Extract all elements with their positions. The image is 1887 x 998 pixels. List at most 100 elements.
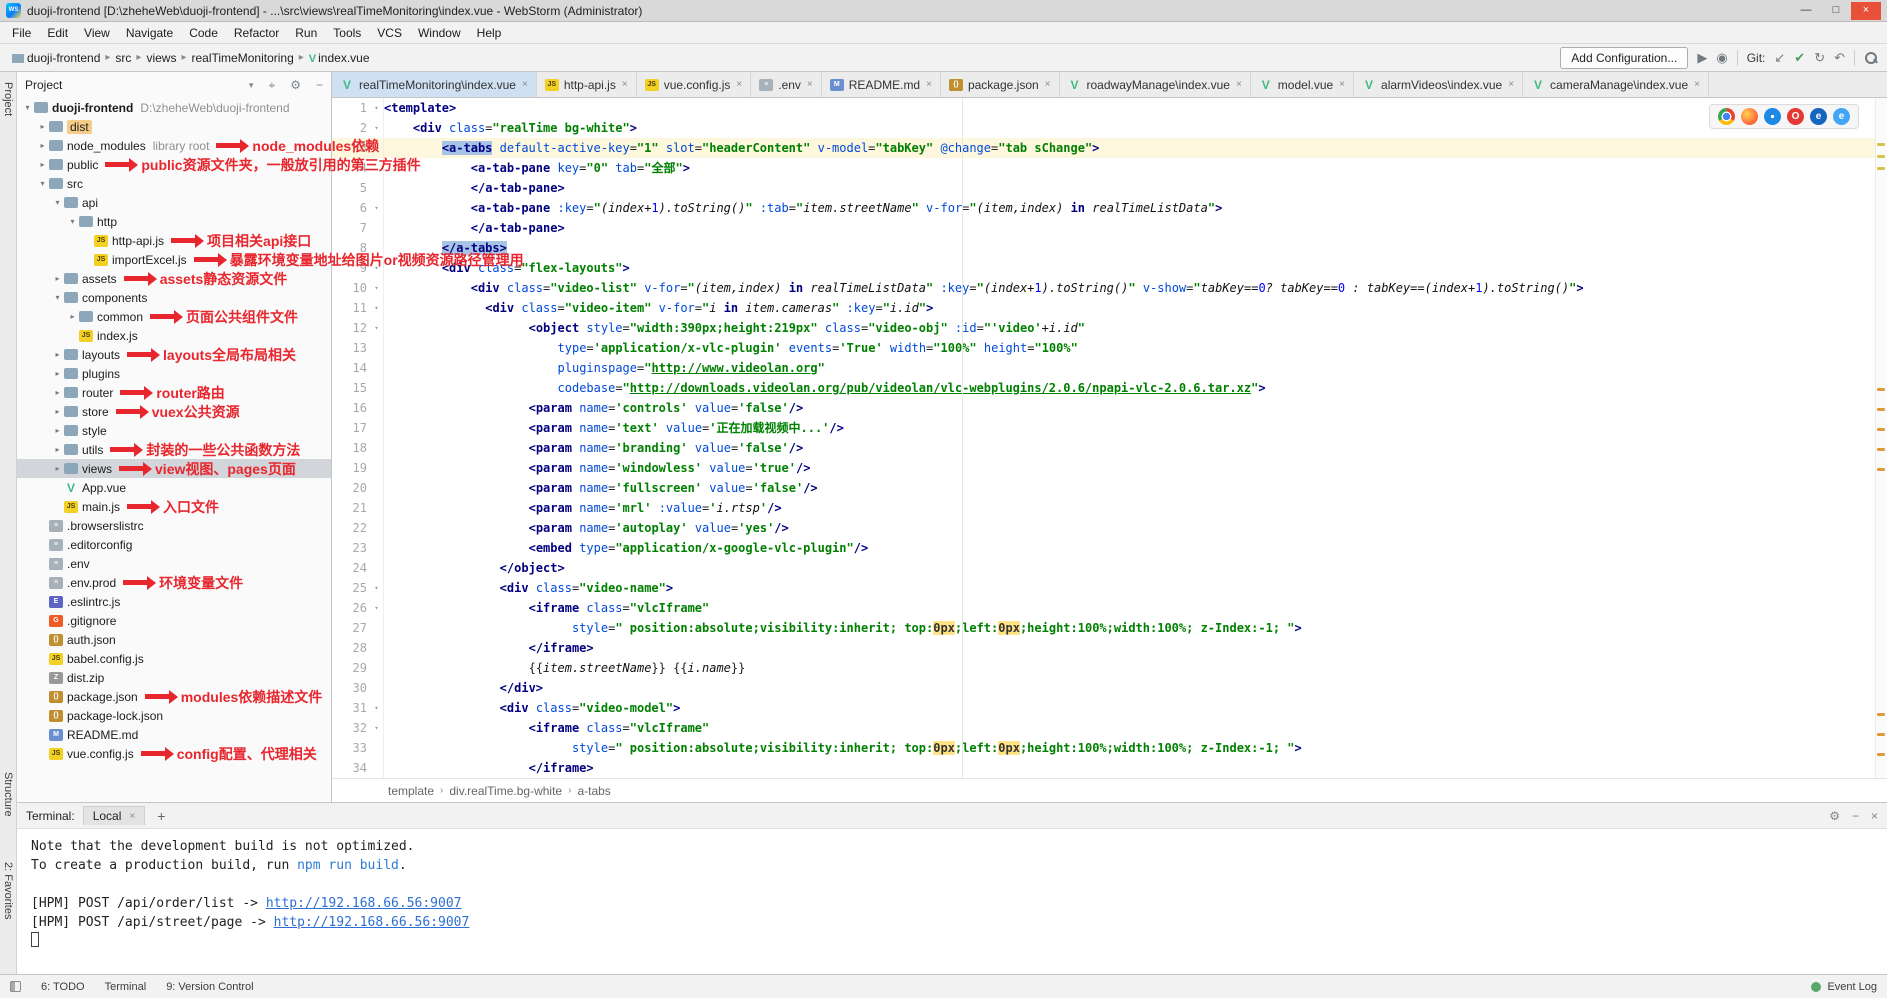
tree-item[interactable]: ▸node_moduleslibrary rootnode_modules依赖 (17, 136, 331, 155)
menu-edit[interactable]: Edit (39, 24, 76, 42)
error-stripe-mark[interactable] (1877, 428, 1885, 431)
tree-item[interactable]: ≡.env.prod环境变量文件 (17, 573, 331, 592)
menu-help[interactable]: Help (469, 24, 510, 42)
tree-item[interactable]: ▾http (17, 212, 331, 231)
new-terminal-session-icon[interactable]: + (153, 808, 169, 824)
line-number[interactable]: 10 (332, 278, 370, 298)
tree-item[interactable]: ▸dist (17, 117, 331, 136)
menu-tools[interactable]: Tools (325, 24, 369, 42)
line-number[interactable]: 22 (332, 518, 370, 538)
line-number[interactable]: 16 (332, 398, 370, 418)
tab-close-icon[interactable]: × (1236, 79, 1242, 90)
close-button[interactable]: × (1851, 2, 1881, 20)
tab-close-icon[interactable]: × (1045, 79, 1051, 90)
fold-icon[interactable]: ▾ (370, 298, 384, 318)
tree-item[interactable]: ▸common页面公共组件文件 (17, 307, 331, 326)
line-number[interactable]: 27 (332, 618, 370, 638)
code-line[interactable]: 28 </iframe> (332, 638, 1887, 658)
code-line[interactable]: 2▾<div class="realTime bg-white"> (332, 118, 1887, 138)
editor-breadcrumb-item[interactable]: a-tabs (577, 784, 610, 798)
code-line[interactable]: 15 codebase="http://downloads.videolan.o… (332, 378, 1887, 398)
code-line[interactable]: 19 <param name='windowless' value='true'… (332, 458, 1887, 478)
tree-chevron-icon[interactable]: ▸ (51, 369, 64, 378)
terminal-minimize-icon[interactable]: − (1852, 809, 1859, 823)
error-stripe-mark[interactable] (1877, 713, 1885, 716)
tree-chevron-icon[interactable]: ▾ (51, 293, 64, 302)
git-update-icon[interactable]: ↙ (1774, 50, 1785, 66)
line-number[interactable]: 34 (332, 758, 370, 778)
breadcrumb-item-duoji-frontend[interactable]: duoji-frontend (10, 50, 102, 66)
safari-icon[interactable] (1764, 108, 1781, 125)
error-stripe-mark[interactable] (1877, 143, 1885, 146)
code-line[interactable]: 25▾<div class="video-name"> (332, 578, 1887, 598)
code-line[interactable]: 9▾<div class="flex-layouts"> (332, 258, 1887, 278)
tree-chevron-icon[interactable]: ▾ (66, 217, 79, 226)
editor-tab[interactable]: MREADME.md× (822, 72, 941, 97)
tree-chevron-icon[interactable]: ▸ (51, 388, 64, 397)
terminal-close-icon[interactable]: × (1871, 809, 1878, 823)
editor-breadcrumb-item[interactable]: div.realTime.bg-white (449, 784, 562, 798)
breadcrumb-item-views[interactable]: views (144, 50, 178, 66)
tree-chevron-icon[interactable]: ▸ (36, 160, 49, 169)
code-line[interactable]: 12▾<object style="width:390px;height:219… (332, 318, 1887, 338)
error-stripe-mark[interactable] (1877, 167, 1885, 170)
git-history-icon[interactable]: ↻ (1814, 50, 1825, 66)
maximize-button[interactable]: □ (1821, 2, 1851, 20)
error-stripe-mark[interactable] (1877, 733, 1885, 736)
git-commit-icon[interactable]: ✔ (1794, 50, 1805, 66)
tool-window-favorites-button[interactable]: 2: Favorites (2, 862, 14, 919)
code-line[interactable]: 24 </object> (332, 558, 1887, 578)
fold-icon[interactable]: ▾ (370, 598, 384, 618)
tree-item[interactable]: JSmain.js入口文件 (17, 497, 331, 516)
tree-item[interactable]: ▸storevuex公共资源 (17, 402, 331, 421)
code-line[interactable]: 20 <param name='fullscreen' value='false… (332, 478, 1887, 498)
editor-tab[interactable]: Vmodel.vue× (1251, 72, 1354, 97)
code-line[interactable]: 34 </iframe> (332, 758, 1887, 778)
line-number[interactable]: 24 (332, 558, 370, 578)
tree-item[interactable]: ≡.editorconfig (17, 535, 331, 554)
run-icon[interactable]: ▶ (1697, 50, 1707, 66)
code-line[interactable]: 5 </a-tab-pane> (332, 178, 1887, 198)
line-number[interactable]: 30 (332, 678, 370, 698)
code-line[interactable]: 10▾<div class="video-list" v-for="(item,… (332, 278, 1887, 298)
code-editor[interactable]: 1▾<template>2▾<div class="realTime bg-wh… (332, 98, 1887, 778)
editor-breadcrumb-item[interactable]: template (388, 784, 434, 798)
code-line[interactable]: 30 </div> (332, 678, 1887, 698)
code-line[interactable]: 21 <param name='mrl' :value='i.rtsp'/> (332, 498, 1887, 518)
fold-icon[interactable]: ▾ (370, 318, 384, 338)
git-revert-icon[interactable]: ↶ (1834, 50, 1845, 66)
code-line[interactable]: 7 </a-tab-pane> (332, 218, 1887, 238)
statusbar-item--todo[interactable]: 6: TODO (41, 981, 85, 993)
tree-item[interactable]: G.gitignore (17, 611, 331, 630)
line-number[interactable]: 14 (332, 358, 370, 378)
line-number[interactable]: 33 (332, 738, 370, 758)
tree-chevron-icon[interactable]: ▸ (51, 426, 64, 435)
tree-item[interactable]: ▸viewsview视图、pages页面 (17, 459, 331, 478)
breadcrumb-item-realTimeMonitoring[interactable]: realTimeMonitoring (190, 50, 296, 66)
terminal-tab-close-icon[interactable]: × (129, 811, 135, 822)
tree-item[interactable]: JShttp-api.js项目相关api接口 (17, 231, 331, 250)
error-stripe-mark[interactable] (1877, 408, 1885, 411)
statusbar-item-terminal[interactable]: Terminal (105, 981, 147, 993)
gear-icon[interactable]: ⚙ (290, 78, 301, 92)
tree-item[interactable]: JSvue.config.jsconfig配置、代理相关 (17, 744, 331, 763)
line-number[interactable]: 26 (332, 598, 370, 618)
code-line[interactable]: 13 type='application/x-vlc-plugin' event… (332, 338, 1887, 358)
tab-close-icon[interactable]: × (1508, 79, 1514, 90)
line-number[interactable]: 12 (332, 318, 370, 338)
code-line[interactable]: 31▾<div class="video-model"> (332, 698, 1887, 718)
tree-item[interactable]: ▾api (17, 193, 331, 212)
code-line[interactable]: 16 <param name='controls' value='false'/… (332, 398, 1887, 418)
breadcrumb-item-src[interactable]: src (113, 50, 133, 66)
tree-chevron-icon[interactable]: ▸ (51, 274, 64, 283)
fold-icon[interactable]: ▾ (370, 198, 384, 218)
editor-tab[interactable]: JShttp-api.js× (537, 72, 637, 97)
tree-item[interactable]: ▸publicpublic资源文件夹，一般放引用的第三方插件 (17, 155, 331, 174)
error-stripe-mark[interactable] (1877, 388, 1885, 391)
tab-close-icon[interactable]: × (926, 79, 932, 90)
line-number[interactable]: 15 (332, 378, 370, 398)
terminal-output[interactable]: Note that the development build is not o… (17, 829, 1887, 974)
code-line[interactable]: 11▾<div class="video-item" v-for="i in i… (332, 298, 1887, 318)
tree-item[interactable]: ▸routerrouter路由 (17, 383, 331, 402)
event-log-label[interactable]: Event Log (1827, 981, 1877, 993)
